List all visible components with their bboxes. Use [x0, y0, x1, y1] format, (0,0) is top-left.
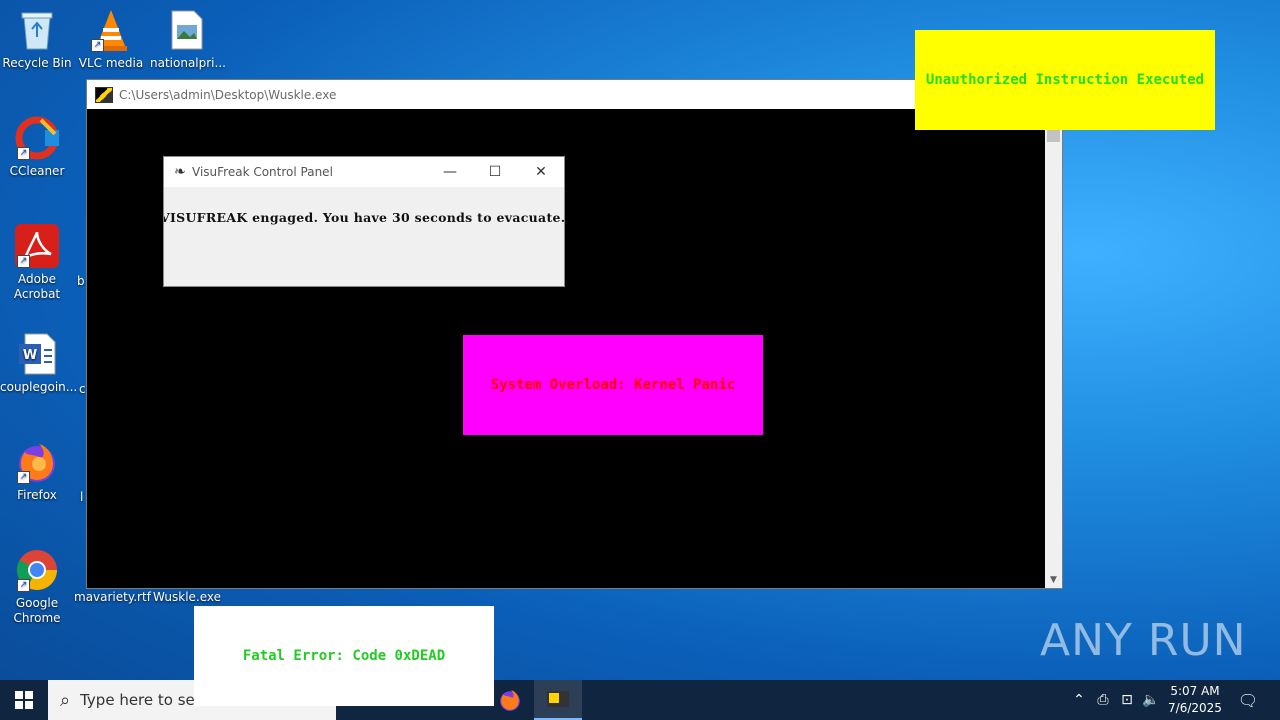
taskbar: ⌕ Type here to sea ⌃ ⎙ ⊡ 🔈 5:07 AM 7/6/2…	[0, 680, 1280, 720]
desktop-icon-label: nationalpri...	[150, 56, 226, 70]
control-panel-title: VisuFreak Control Panel	[192, 165, 333, 179]
firefox-icon: ↗	[15, 440, 59, 484]
desktop-icon-label: couplegoin...	[0, 380, 78, 394]
search-placeholder: Type here to sea	[80, 691, 204, 709]
vlc-icon: ↗	[89, 8, 133, 52]
firefox-icon	[500, 690, 520, 711]
console-scrollbar[interactable]: ▼	[1045, 109, 1062, 588]
control-panel-message: VISUFREAK engaged. You have 30 seconds t…	[163, 210, 565, 225]
clock-time: 5:07 AM	[1170, 684, 1220, 698]
taskbar-clock[interactable]: 5:07 AM 7/6/2025	[1160, 680, 1230, 720]
desktop-icon-label: CCleaner	[9, 164, 65, 178]
desktop-icon-nationalpri[interactable]: nationalpri...	[150, 8, 226, 71]
notification-icon[interactable]: 🗨	[1234, 680, 1262, 720]
exe-app-icon	[95, 86, 113, 103]
desktop-icon-label: VLC media	[78, 56, 144, 70]
shortcut-arrow-icon: ↗	[17, 255, 30, 268]
control-panel-window[interactable]: ❧ VisuFreak Control Panel — ☐ ✕ VISUFREA…	[163, 156, 565, 287]
clock-date: 7/6/2025	[1168, 701, 1222, 715]
unauthorized-text: Unauthorized Instruction Executed	[925, 72, 1205, 88]
minimize-button[interactable]: —	[427, 157, 473, 187]
search-icon: ⌕	[60, 689, 71, 711]
scrollbar-thumb[interactable]	[1047, 130, 1060, 142]
desktop-icon-label: Adobe Acrobat	[13, 272, 61, 301]
console-title: C:\Users\admin\Desktop\Wuskle.exe	[119, 87, 337, 102]
start-button[interactable]	[0, 680, 48, 720]
acrobat-icon: ↗	[15, 224, 59, 268]
watermark-text: ANY RUN	[1040, 614, 1247, 666]
shortcut-arrow-icon: ↗	[91, 39, 104, 52]
anyrun-watermark: ANY RUN	[1040, 608, 1247, 672]
image-file-icon	[165, 8, 209, 52]
desktop-icon-label: Firefox	[17, 488, 57, 502]
shortcut-arrow-icon: ↗	[17, 579, 30, 592]
desktop-icon-label: mavariety.rtf	[74, 590, 151, 604]
partial-desktop-label: l	[80, 490, 84, 504]
desktop-icon-mavariety[interactable]: mavariety.rtf	[74, 590, 151, 605]
maximize-button[interactable]: ☐	[472, 157, 518, 187]
tray-device-icon[interactable]: ⎙	[1092, 680, 1114, 720]
desktop-icon-firefox[interactable]: ↗ Firefox	[0, 440, 74, 503]
svg-text:W: W	[23, 348, 37, 363]
desktop-icon-chrome[interactable]: ↗ Google Chrome	[0, 548, 74, 626]
shortcut-arrow-icon: ↗	[17, 471, 30, 484]
windows-logo-icon	[15, 691, 33, 709]
feather-icon: ❧	[174, 164, 186, 180]
partial-desktop-label: c	[79, 382, 86, 396]
close-button[interactable]: ✕	[518, 157, 564, 187]
desktop-icon-label: Google Chrome	[13, 596, 61, 625]
scroll-down-icon[interactable]: ▼	[1045, 571, 1062, 588]
exe-app-icon	[547, 691, 569, 707]
desktop-icon-recycle-bin[interactable]: Recycle Bin	[0, 8, 74, 71]
desktop-icon-acrobat[interactable]: ↗ Adobe Acrobat	[0, 224, 74, 302]
desktop-icon-vlc[interactable]: ↗ VLC media	[74, 8, 148, 71]
desktop-icon-ccleaner[interactable]: ↗ CCleaner	[0, 116, 74, 179]
recycle-bin-icon	[15, 8, 59, 52]
control-panel-titlebar[interactable]: ❧ VisuFreak Control Panel — ☐ ✕	[164, 157, 564, 187]
fatal-error-popup: Fatal Error: Code 0xDEAD	[194, 606, 494, 706]
fatal-error-text: Fatal Error: Code 0xDEAD	[242, 648, 446, 664]
volume-icon[interactable]: 🔈	[1140, 680, 1162, 720]
chrome-icon: ↗	[15, 548, 59, 592]
taskbar-wuskle[interactable]	[534, 680, 582, 720]
overload-popup: System Overload: Kernel Panic	[463, 335, 763, 435]
overload-text: System Overload: Kernel Panic	[490, 377, 736, 393]
desktop-icon-label: Wuskle.exe	[152, 590, 222, 604]
unauthorized-popup: Unauthorized Instruction Executed	[915, 30, 1215, 130]
partial-desktop-label: b	[77, 274, 85, 288]
shortcut-arrow-icon: ↗	[17, 147, 30, 160]
word-doc-icon: W	[15, 332, 59, 376]
tray-chevron-up-icon[interactable]: ⌃	[1068, 680, 1090, 720]
desktop-icon-couplegoin[interactable]: W couplegoin...	[0, 332, 78, 395]
desktop-icon-wuskle[interactable]: Wuskle.exe	[150, 590, 224, 605]
desktop-icon-label: Recycle Bin	[2, 56, 72, 70]
ccleaner-icon: ↗	[15, 116, 59, 160]
network-icon[interactable]: ⊡	[1116, 680, 1138, 720]
